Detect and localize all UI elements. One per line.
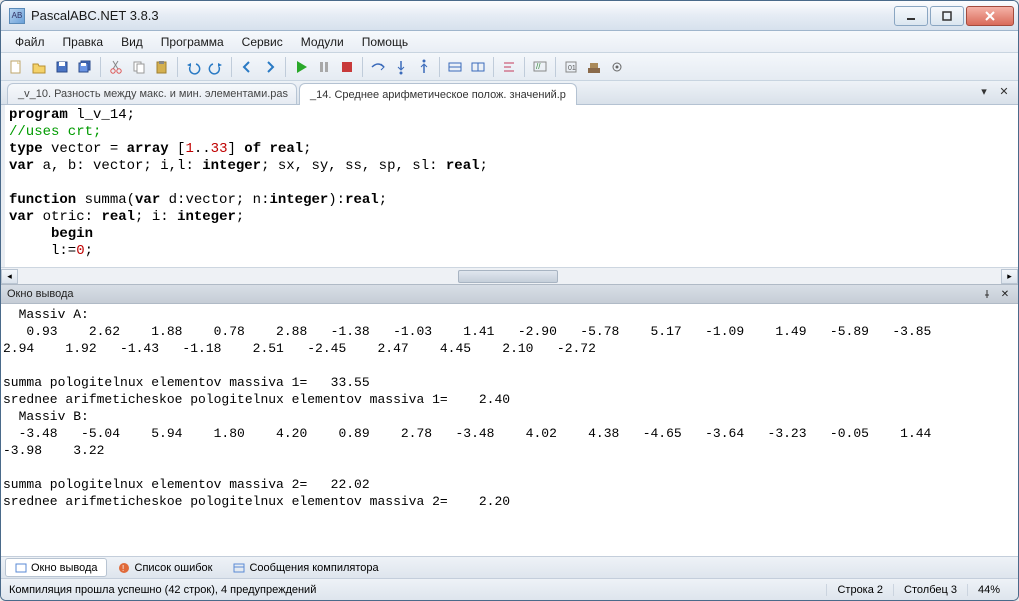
menu-service[interactable]: Сервис bbox=[234, 32, 291, 52]
redo-icon[interactable] bbox=[205, 56, 227, 78]
bottom-tab-compiler[interactable]: Сообщения компилятора bbox=[223, 558, 387, 577]
output-panel[interactable]: Massiv A: 0.93 2.62 1.88 0.78 2.88 -1.38… bbox=[1, 304, 1018, 556]
app-icon: AB bbox=[9, 8, 25, 24]
output-panel-title: Окно вывода bbox=[7, 288, 976, 300]
output-text: Massiv A: 0.93 2.62 1.88 0.78 2.88 -1.38… bbox=[1, 304, 1018, 512]
undo-icon[interactable] bbox=[182, 56, 204, 78]
bottom-tab-output[interactable]: Окно вывода bbox=[5, 558, 107, 577]
menu-view[interactable]: Вид bbox=[113, 32, 151, 52]
menu-file[interactable]: Файл bbox=[7, 32, 53, 52]
panel-pin-icon[interactable] bbox=[980, 287, 994, 301]
bottom-tab-errors[interactable]: ! Список ошибок bbox=[109, 558, 222, 577]
status-column: Столбец 3 bbox=[893, 584, 967, 596]
save-icon[interactable] bbox=[51, 56, 73, 78]
minimize-button[interactable] bbox=[894, 6, 928, 26]
compile-icon[interactable]: 01 bbox=[560, 56, 582, 78]
tab-label: _v_10. Разность между макс. и мин. элеме… bbox=[18, 88, 288, 100]
tab-dropdown-icon[interactable]: ▾ bbox=[976, 83, 992, 99]
status-message: Компиляция прошла успешно (42 строк), 4 … bbox=[9, 584, 826, 596]
window-title: PascalABC.NET 3.8.3 bbox=[31, 8, 894, 23]
comment-icon[interactable]: // bbox=[529, 56, 551, 78]
bottom-tab-label: Сообщения компилятора bbox=[249, 562, 378, 574]
status-line: Строка 2 bbox=[826, 584, 893, 596]
panel-close-icon[interactable]: ✕ bbox=[998, 287, 1012, 301]
bottom-tab-label: Окно вывода bbox=[31, 562, 98, 574]
copy-icon[interactable] bbox=[128, 56, 150, 78]
scroll-track[interactable] bbox=[18, 269, 1001, 284]
code-editor[interactable]: program l_v_14; //uses crt; type vector … bbox=[1, 105, 1018, 267]
svg-text://: // bbox=[536, 62, 541, 71]
toolbar: // 01 bbox=[1, 53, 1018, 81]
scroll-thumb[interactable] bbox=[458, 270, 558, 283]
run-icon[interactable] bbox=[290, 56, 312, 78]
tab-label: _14. Среднее арифметическое полож. значе… bbox=[310, 89, 566, 101]
titlebar: AB PascalABC.NET 3.8.3 bbox=[1, 1, 1018, 31]
options-icon[interactable] bbox=[606, 56, 628, 78]
build-icon[interactable] bbox=[583, 56, 605, 78]
nav-forward-icon[interactable] bbox=[259, 56, 281, 78]
statusbar: Компиляция прошла успешно (42 строк), 4 … bbox=[1, 578, 1018, 600]
close-button[interactable] bbox=[966, 6, 1014, 26]
menu-program[interactable]: Программа bbox=[153, 32, 232, 52]
step-over-icon[interactable] bbox=[367, 56, 389, 78]
editor-tab-inactive[interactable]: _v_10. Разность между макс. и мин. элеме… bbox=[7, 83, 297, 104]
bottom-tab-label: Список ошибок bbox=[135, 562, 213, 574]
new-file-icon[interactable] bbox=[5, 56, 27, 78]
menubar: Файл Правка Вид Программа Сервис Модули … bbox=[1, 31, 1018, 53]
svg-text:!: ! bbox=[122, 564, 124, 573]
stop-icon[interactable] bbox=[336, 56, 358, 78]
editor-tab-active[interactable]: _14. Среднее арифметическое полож. значе… bbox=[299, 83, 577, 105]
window-buttons bbox=[894, 6, 1014, 26]
status-zoom[interactable]: 44% bbox=[967, 584, 1010, 596]
step-out-icon[interactable] bbox=[413, 56, 435, 78]
application-window: AB PascalABC.NET 3.8.3 Файл Правка Вид П… bbox=[0, 0, 1019, 601]
nav-back-icon[interactable] bbox=[236, 56, 258, 78]
save-all-icon[interactable] bbox=[74, 56, 96, 78]
paste-icon[interactable] bbox=[151, 56, 173, 78]
tab-close-icon[interactable]: ✕ bbox=[996, 83, 1012, 99]
format-icon[interactable] bbox=[498, 56, 520, 78]
scroll-right-icon[interactable]: ▸ bbox=[1001, 269, 1018, 284]
watch-icon[interactable] bbox=[444, 56, 466, 78]
output-tab-icon bbox=[14, 561, 27, 574]
output-panel-header: Окно вывода ✕ bbox=[1, 284, 1018, 304]
pause-icon[interactable] bbox=[313, 56, 335, 78]
svg-text:01: 01 bbox=[568, 65, 576, 72]
locals-icon[interactable] bbox=[467, 56, 489, 78]
maximize-button[interactable] bbox=[930, 6, 964, 26]
compiler-tab-icon bbox=[232, 561, 245, 574]
editor-h-scrollbar[interactable]: ◂ ▸ bbox=[1, 267, 1018, 284]
editor-tabstrip: _v_10. Разность между макс. и мин. элеме… bbox=[1, 81, 1018, 105]
cut-icon[interactable] bbox=[105, 56, 127, 78]
bottom-tabstrip: Окно вывода ! Список ошибок Сообщения ко… bbox=[1, 556, 1018, 578]
errors-tab-icon: ! bbox=[118, 561, 131, 574]
open-file-icon[interactable] bbox=[28, 56, 50, 78]
step-into-icon[interactable] bbox=[390, 56, 412, 78]
menu-modules[interactable]: Модули bbox=[293, 32, 352, 52]
scroll-left-icon[interactable]: ◂ bbox=[1, 269, 18, 284]
menu-edit[interactable]: Правка bbox=[55, 32, 112, 52]
menu-help[interactable]: Помощь bbox=[354, 32, 416, 52]
